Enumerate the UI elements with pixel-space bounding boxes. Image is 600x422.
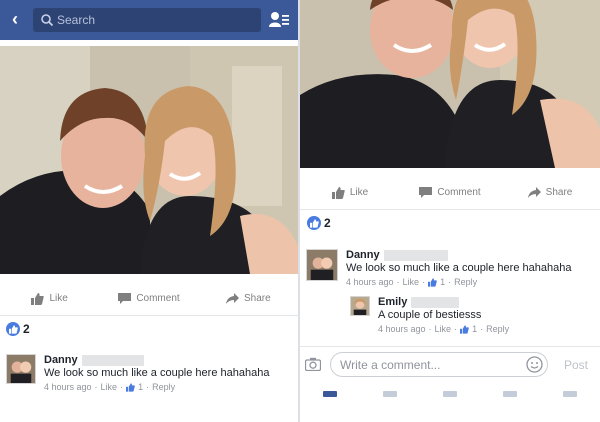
like-icon (31, 292, 45, 305)
like-button[interactable]: Like (300, 186, 400, 199)
like-icon (460, 324, 469, 334)
nav-item[interactable] (563, 391, 577, 397)
comment-icon (118, 292, 132, 304)
comment-composer: Post (300, 346, 600, 382)
share-icon (225, 292, 239, 304)
avatar[interactable] (350, 296, 370, 316)
comment-input[interactable] (330, 352, 548, 377)
redacted-surname (411, 296, 460, 308)
comment-button[interactable]: Comment (99, 292, 198, 305)
post-photo[interactable] (300, 0, 600, 168)
comment-icon (419, 186, 433, 198)
comment-like-count: 1 (472, 324, 478, 334)
comment-item: Danny We look so much like a couple here… (6, 354, 296, 394)
comment-text: We look so much like a couple here hahah… (44, 367, 270, 379)
comment-item: Danny We look so much like a couple here… (306, 249, 598, 291)
comment-like-count: 1 (440, 277, 446, 287)
share-button[interactable]: Share (500, 186, 600, 199)
top-bar: ‹ (0, 0, 298, 40)
nav-item[interactable] (503, 391, 517, 397)
search-bar[interactable] (33, 8, 261, 32)
comment-label: Comment (136, 293, 180, 304)
nav-item[interactable] (323, 391, 337, 397)
reaction-count: 2 (324, 216, 331, 230)
camera-icon[interactable] (305, 357, 321, 371)
share-icon (527, 186, 541, 198)
comment-time: 4 hours ago (378, 324, 426, 334)
share-button[interactable]: Share (199, 292, 298, 305)
nav-item[interactable] (443, 391, 457, 397)
like-label: Like (49, 293, 68, 304)
right-screenshot: Like Comment Share 2 Danny We look so mu… (300, 0, 600, 422)
comment-meta: 4 hours ago · Like · 1 · Reply (378, 324, 510, 334)
comment-reply-link[interactable]: Reply (454, 277, 477, 287)
reaction-count: 2 (23, 322, 30, 336)
left-screenshot: ‹ Search Like Comment Share 2 Danny We l… (0, 0, 298, 422)
post-photo[interactable] (0, 46, 298, 274)
post-actions: Like Comment Share (300, 176, 600, 210)
comment-like-link[interactable]: Like (403, 277, 420, 287)
comment-author[interactable]: Danny (346, 249, 571, 261)
comment-meta: 4 hours ago · Like · 1 · Reply (346, 277, 478, 287)
reaction-summary[interactable]: 2 (6, 322, 30, 336)
like-button[interactable]: Like (0, 292, 99, 305)
like-icon (331, 186, 345, 199)
reply-item: Emily A couple of bestiesss 4 hours ago … (350, 296, 598, 338)
post-button[interactable]: Post (556, 356, 596, 374)
comment-like-link[interactable]: Like (435, 324, 452, 334)
search-input[interactable] (57, 8, 255, 32)
friend-requests-icon[interactable] (268, 9, 290, 31)
comment-text: We look so much like a couple here hahah… (346, 262, 572, 274)
comment-like-link[interactable]: Like (101, 382, 118, 392)
post-actions: Like Comment Share (0, 282, 298, 316)
redacted-surname (383, 249, 448, 261)
back-arrow-icon[interactable]: ‹ (4, 7, 26, 31)
search-icon (41, 14, 54, 27)
redacted-surname (81, 354, 144, 366)
emoji-icon[interactable] (526, 356, 543, 373)
nav-item[interactable] (383, 391, 397, 397)
comment-time: 4 hours ago (346, 277, 394, 287)
avatar[interactable] (6, 354, 36, 384)
like-reaction-icon (6, 322, 20, 336)
like-icon (126, 382, 135, 392)
comment-label: Comment (437, 187, 481, 198)
comment-text: A couple of bestiesss (378, 309, 482, 321)
like-icon (428, 277, 437, 287)
comment-author[interactable]: Danny (44, 354, 269, 366)
like-label: Like (349, 187, 369, 198)
avatar[interactable] (306, 249, 338, 281)
comment-like-count: 1 (138, 382, 144, 392)
comment-author[interactable]: Emily (378, 296, 509, 308)
like-reaction-icon (307, 216, 321, 230)
comment-button[interactable]: Comment (400, 186, 500, 199)
comment-time: 4 hours ago (44, 382, 92, 392)
comment-meta: 4 hours ago · Like · 1 · Reply (44, 382, 176, 392)
comment-reply-link[interactable]: Reply (152, 382, 175, 392)
bottom-nav-bar (300, 384, 600, 404)
reaction-summary[interactable]: 2 (307, 216, 331, 230)
comment-reply-link[interactable]: Reply (486, 324, 509, 334)
share-label: Share (243, 293, 271, 304)
share-label: Share (545, 187, 573, 198)
